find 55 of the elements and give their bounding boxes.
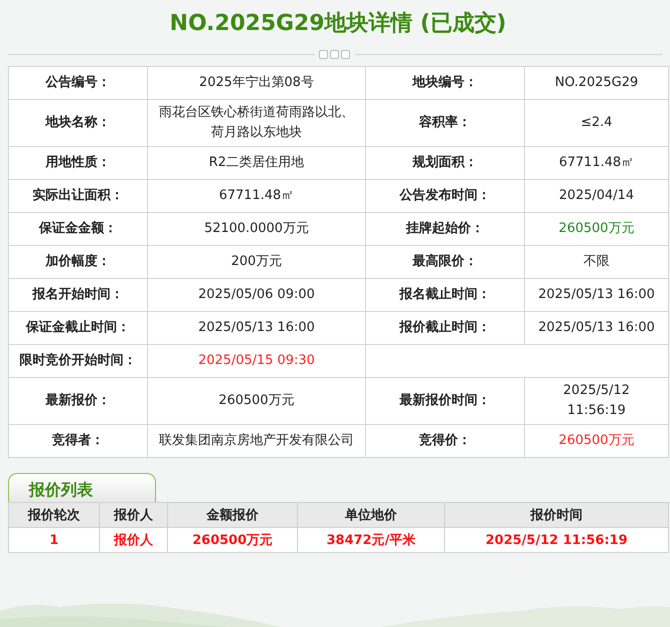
field-value: ≤2.4 xyxy=(524,100,668,146)
field-label: 保证金截止时间： xyxy=(8,312,148,344)
field-value: 联发集团南京房地产开发有限公司 xyxy=(148,424,366,458)
field-value: 2025年宁出第08号 xyxy=(148,66,366,100)
field-value: 2025/05/13 16:00 xyxy=(524,278,668,312)
field-label: 公告编号： xyxy=(8,66,148,100)
divider-ornament-icon xyxy=(319,50,351,58)
field-label: 公告发布时间： xyxy=(366,180,524,212)
field-value: NO.2025G29 xyxy=(524,66,668,100)
field-label: 保证金金额： xyxy=(8,212,148,246)
field-label: 挂牌起始价： xyxy=(366,212,524,246)
table-cell: 2025/5/12 11:56:19 xyxy=(444,528,668,552)
field-value: 260500万元 xyxy=(148,378,366,424)
column-header: 报价时间 xyxy=(444,502,668,528)
field-label: 加价幅度： xyxy=(8,246,148,278)
field-value: 2025/05/13 16:00 xyxy=(148,312,366,344)
table-cell: 1 xyxy=(8,528,100,552)
table-cell: 260500万元 xyxy=(168,528,298,552)
field-label: 规划面积： xyxy=(366,146,524,180)
field-label: 竞得者： xyxy=(8,424,148,458)
field-value: 200万元 xyxy=(148,246,366,278)
field-value: 不限 xyxy=(524,246,668,278)
field-value: 2025/05/13 16:00 xyxy=(524,312,668,344)
field-value: 67711.48㎡ xyxy=(148,180,366,212)
field-value: 2025/5/12 11:56:19 xyxy=(524,378,668,424)
field-value: 2025/04/14 xyxy=(524,180,668,212)
field-label: 竞得价： xyxy=(366,424,524,458)
field-value: 雨花台区铁心桥街道荷雨路以北、荷月路以东地块 xyxy=(148,100,366,146)
bid-list-tab[interactable]: 报价列表 xyxy=(8,473,156,502)
field-label: 用地性质： xyxy=(8,146,148,180)
field-label: 最新报价： xyxy=(8,378,148,424)
field-value: R2二类居住用地 xyxy=(148,146,366,180)
field-value: 2025/05/15 09:30 xyxy=(148,344,366,378)
field-value: 2025/05/06 09:00 xyxy=(148,278,366,312)
field-label: 地块名称： xyxy=(8,100,148,146)
field-label: 报名截止时间： xyxy=(366,278,524,312)
column-header: 单位地价 xyxy=(298,502,444,528)
field-label: 最新报价时间： xyxy=(366,378,524,424)
column-header: 金额报价 xyxy=(168,502,298,528)
field-label: 报价截止时间： xyxy=(366,312,524,344)
field-value: 67711.48㎡ xyxy=(524,146,668,180)
page-title: NO.2025G29地块详情 (已成交) xyxy=(168,10,508,38)
field-label: 实际出让面积： xyxy=(8,180,148,212)
field-value: 52100.0000万元 xyxy=(148,212,366,246)
table-cell: 报价人 xyxy=(100,528,168,552)
table-cell: 38472元/平米 xyxy=(298,528,444,552)
column-header: 报价人 xyxy=(100,502,168,528)
field-label: 限时竞价开始时间： xyxy=(8,344,148,378)
field-label: 报名开始时间： xyxy=(8,278,148,312)
field-label: 最高限价： xyxy=(366,246,524,278)
column-header: 报价轮次 xyxy=(8,502,100,528)
field-label: 地块编号： xyxy=(366,66,524,100)
field-value: 260500万元 xyxy=(524,424,668,458)
field-value: 260500万元 xyxy=(524,212,668,246)
field-label: 容积率： xyxy=(366,100,524,146)
